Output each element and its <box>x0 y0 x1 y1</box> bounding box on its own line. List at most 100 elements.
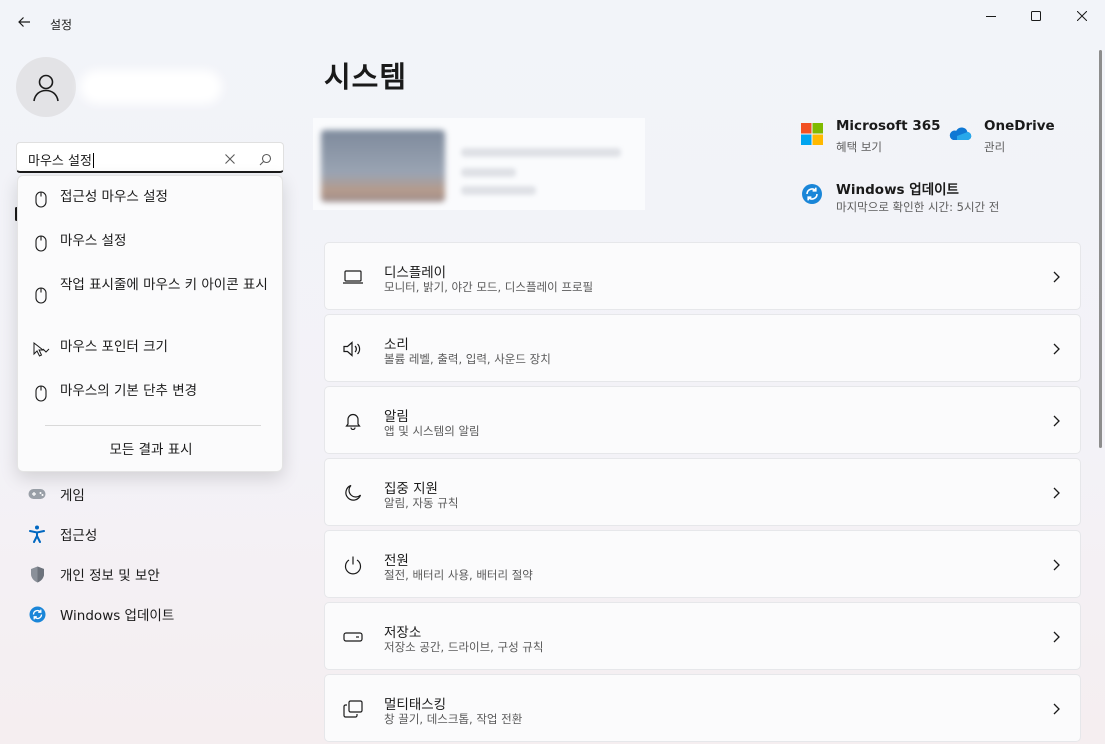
windows-update-icon <box>802 184 822 204</box>
settings-row-display[interactable]: 디스플레이 모니터, 밝기, 야간 모드, 디스플레이 프로필 <box>324 242 1081 310</box>
device-name-redacted <box>461 148 621 157</box>
suggestion-item[interactable]: 마우스 포인터 크기 <box>18 338 284 360</box>
search-input[interactable]: 마우스 설정 <box>28 150 94 169</box>
search-clear-button[interactable] <box>220 149 240 169</box>
mouse-icon <box>32 286 50 304</box>
settings-row-focus-assist[interactable]: 집중 지원 알림, 자동 규칙 <box>324 458 1081 526</box>
windows-update-link[interactable]: Windows 업데이트 마지막으로 확인한 시간: 5시간 전 <box>800 178 1050 218</box>
row-title: 집중 지원 <box>384 481 438 497</box>
microsoft-365-link[interactable]: Microsoft 365 혜택 보기 <box>800 118 941 158</box>
service-subtitle: 마지막으로 확인한 시간: 5시간 전 <box>836 200 1000 214</box>
service-title: Microsoft 365 <box>836 118 941 134</box>
moon-icon <box>342 483 364 503</box>
chevron-right-icon <box>1049 629 1063 645</box>
pointer-icon <box>32 340 50 358</box>
sidebar-item-label: 게임 <box>60 488 85 504</box>
device-model-redacted <box>461 168 516 177</box>
service-subtitle: 혜택 보기 <box>836 140 882 154</box>
row-title: 전원 <box>384 553 409 569</box>
clear-icon <box>225 154 235 164</box>
onedrive-link[interactable]: OneDrive 관리 <box>948 118 1068 158</box>
sidebar-item-label: 개인 정보 및 보안 <box>60 568 160 584</box>
row-title: 디스플레이 <box>384 265 447 281</box>
storage-icon <box>342 627 364 647</box>
row-subtitle: 창 끌기, 데스크톱, 작업 전환 <box>384 712 523 726</box>
close-icon <box>1077 11 1087 21</box>
back-button[interactable] <box>12 10 36 34</box>
shield-icon <box>28 565 46 583</box>
update-icon <box>28 605 46 623</box>
scrollbar[interactable] <box>1099 50 1102 448</box>
settings-row-multitasking[interactable]: 멀티태스킹 창 끌기, 데스크톱, 작업 전환 <box>324 674 1081 742</box>
chevron-right-icon <box>1049 269 1063 285</box>
close-button[interactable] <box>1059 0 1105 32</box>
display-icon <box>342 267 364 287</box>
chevron-right-icon <box>1049 485 1063 501</box>
row-title: 알림 <box>384 409 409 425</box>
suggestion-item[interactable]: 접근성 마우스 설정 <box>18 188 284 210</box>
suggestion-label: 마우스 설정 <box>60 233 127 249</box>
suggestion-label: 접근성 마우스 설정 <box>60 189 168 205</box>
row-title: 저장소 <box>384 625 422 641</box>
mouse-icon <box>32 190 50 208</box>
search-suggestions: 접근성 마우스 설정 마우스 설정 작업 표시줄에 마우스 키 아이콘 표시 마… <box>17 175 283 472</box>
suggestion-label: 마우스 포인터 크기 <box>60 339 168 355</box>
show-all-results-button[interactable]: 모든 결과 표시 <box>18 438 284 458</box>
app-title: 설정 <box>50 18 73 32</box>
speaker-icon <box>342 339 364 359</box>
service-title: Windows 업데이트 <box>836 182 959 198</box>
maximize-button[interactable] <box>1013 0 1059 32</box>
back-arrow-icon <box>18 17 30 27</box>
chevron-right-icon <box>1049 557 1063 573</box>
search-submit-button[interactable] <box>255 149 275 169</box>
settings-row-power[interactable]: 전원 절전, 배터리 사용, 배터리 절약 <box>324 530 1081 598</box>
onedrive-icon <box>949 127 972 141</box>
row-subtitle: 모니터, 밝기, 야간 모드, 디스플레이 프로필 <box>384 280 594 294</box>
sidebar-item-accessibility[interactable]: 접근성 <box>20 516 288 552</box>
device-image-redacted <box>321 130 445 202</box>
settings-row-storage[interactable]: 저장소 저장소 공간, 드라이브, 구성 규칙 <box>324 602 1081 670</box>
suggestion-label: 마우스의 기본 단추 변경 <box>60 383 198 399</box>
row-subtitle: 절전, 배터리 사용, 배터리 절약 <box>384 568 533 582</box>
suggestion-item[interactable]: 작업 표시줄에 마우스 키 아이콘 표시 <box>18 276 284 316</box>
sidebar-item-windows-update[interactable]: Windows 업데이트 <box>20 596 288 632</box>
suggestion-item[interactable]: 마우스 설정 <box>18 232 284 254</box>
text-caret <box>92 153 94 168</box>
gamepad-icon <box>28 485 46 503</box>
mouse-icon <box>32 234 50 252</box>
chevron-right-icon <box>1049 341 1063 357</box>
search-box[interactable]: 마우스 설정 <box>16 142 284 173</box>
row-subtitle: 저장소 공간, 드라이브, 구성 규칙 <box>384 640 544 654</box>
device-rename-redacted <box>461 186 536 195</box>
power-icon <box>342 555 364 575</box>
title-bar: 설정 <box>0 0 1105 46</box>
row-title: 소리 <box>384 337 409 353</box>
minimize-icon <box>986 16 996 17</box>
sidebar-item-label: 접근성 <box>60 528 98 544</box>
minimize-button[interactable] <box>968 0 1014 32</box>
avatar[interactable] <box>16 57 76 117</box>
sidebar-item-privacy-security[interactable]: 개인 정보 및 보안 <box>20 556 288 592</box>
page-title: 시스템 <box>324 60 408 94</box>
sidebar-item-gaming[interactable]: 게임 <box>20 476 288 512</box>
device-info-card[interactable] <box>313 118 645 210</box>
multitasking-icon <box>342 699 364 719</box>
row-title: 멀티태스킹 <box>384 697 447 713</box>
bell-icon <box>342 411 364 431</box>
divider <box>45 425 261 426</box>
chevron-right-icon <box>1049 413 1063 429</box>
search-input-value: 마우스 설정 <box>28 154 92 169</box>
sidebar-item-label: Windows 업데이트 <box>60 608 175 624</box>
chevron-right-icon <box>1049 701 1063 717</box>
username-redacted <box>80 70 222 104</box>
mouse-icon <box>32 384 50 402</box>
accessibility-icon <box>28 525 46 543</box>
settings-row-sound[interactable]: 소리 볼륨 레벨, 출력, 입력, 사운드 장치 <box>324 314 1081 382</box>
microsoft-logo-icon <box>801 123 823 145</box>
search-icon <box>259 153 271 165</box>
settings-row-notifications[interactable]: 알림 앱 및 시스템의 알림 <box>324 386 1081 454</box>
suggestion-item[interactable]: 마우스의 기본 단추 변경 <box>18 382 284 404</box>
row-subtitle: 앱 및 시스템의 알림 <box>384 424 480 438</box>
row-subtitle: 알림, 자동 규칙 <box>384 496 459 510</box>
suggestion-label: 작업 표시줄에 마우스 키 아이콘 표시 <box>60 277 268 293</box>
